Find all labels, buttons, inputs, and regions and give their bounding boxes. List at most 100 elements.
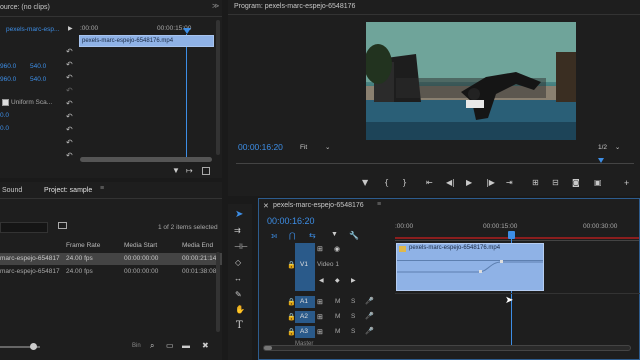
column-media-end[interactable]: Media End [182,242,213,249]
lift-icon[interactable]: ⊞ [532,178,539,187]
play-triangle-icon[interactable]: ▶ [68,25,73,32]
reset-icon[interactable]: ↶ [66,60,73,69]
timeline-clip[interactable]: pexels-marc-espejo-6548176.mp4 [396,243,544,291]
mark-out-icon[interactable]: } [402,178,407,187]
pen-icon[interactable]: ✎ [235,290,242,299]
camera-icon[interactable]: ◙ [572,178,580,187]
wrench-icon[interactable]: 🔧 [349,231,359,240]
mute-button[interactable]: M [335,328,340,335]
anchor-x-value[interactable]: 960.0 [0,76,16,83]
anchor-y-value[interactable]: 540.0 [30,76,46,83]
solo-button[interactable]: S [351,298,355,305]
timeline-playhead-icon[interactable] [508,231,515,239]
slip-icon[interactable]: ↔ [234,274,242,283]
project-vscrollbar[interactable] [216,252,220,332]
step-back-icon[interactable]: ◀| [446,178,455,187]
track-target-v1[interactable]: V1 [295,243,315,291]
track-target-a2[interactable]: A2 [295,311,315,323]
source-clip-label[interactable]: pexels-marc-esp... [6,26,59,33]
source-scrollbar[interactable] [80,157,212,162]
source-playhead-icon[interactable] [183,28,191,34]
resolution-dropdown[interactable]: 1/2 ⌄ [598,143,620,151]
sync-lock-icon[interactable]: ⊞ [317,313,323,321]
program-title[interactable]: Program: pexels-marc-espejo-6548176 [234,3,355,10]
reset-icon[interactable]: ↶ [66,99,73,108]
sync-lock-icon[interactable]: ⊞ [317,328,323,336]
track-target-a3[interactable]: A3 [295,326,315,338]
mute-button[interactable]: M [335,298,340,305]
reset-icon[interactable]: ↶ [66,112,73,121]
add-marker-icon[interactable]: ▼ [331,231,338,238]
type-tool-icon[interactable]: T [236,320,243,331]
tab-project[interactable]: Project: sample [44,187,92,194]
reset-icon[interactable]: ↶ [66,125,73,134]
keyframe-add-icon[interactable]: ◆ [335,277,340,284]
source-clip-bar[interactable]: pexels-marc-espejo-6548176.mp4 [79,35,214,47]
column-frame-rate[interactable]: Frame Rate [66,242,100,249]
solo-button[interactable]: S [351,313,355,320]
uniform-scale-checkbox[interactable] [2,99,9,106]
panel-menu-icon[interactable]: ≡ [377,201,381,208]
sync-lock-icon[interactable]: ⊞ [317,245,323,253]
folder-icon[interactable]: ▬ [182,341,190,350]
program-timecode[interactable]: 00:00:16:20 [238,142,283,152]
new-bin-icon[interactable] [58,222,67,229]
export-icon[interactable]: ↦ [186,166,193,175]
timeline-timecode[interactable]: 00:00:16:20 [267,216,315,226]
add-button-icon[interactable]: + [624,178,629,188]
source-vscrollbar[interactable] [216,20,220,155]
settings-square-icon[interactable] [202,167,210,175]
reset-icon[interactable]: ↶ [66,151,73,160]
hand-icon[interactable]: ✋ [235,305,245,314]
timeline-hscrollbar[interactable] [263,345,631,351]
linked-selection-icon[interactable]: ⇆ [309,231,316,240]
trash-icon[interactable]: ✖ [202,341,209,350]
search-input[interactable] [0,222,48,233]
zoom-slider-handle[interactable] [30,343,37,350]
source-tab[interactable]: ource: (no clips) [0,4,50,11]
reset-icon[interactable]: ↶ [66,73,73,82]
keyframe-next-icon[interactable]: ▶ [351,277,356,284]
program-playhead-icon[interactable] [598,158,604,163]
program-scrubber[interactable] [236,158,634,164]
microphone-icon[interactable]: 🎤 [365,312,374,320]
close-icon[interactable]: ✕ [263,202,269,210]
panel-menu-icon[interactable]: ≫ [212,2,219,10]
button-editor-icon[interactable]: ▣ [594,178,602,187]
position-x-value[interactable]: 960.0 [0,63,16,70]
anchor-value[interactable]: 0.0 [0,125,9,132]
step-forward-icon[interactable]: |▶ [486,178,495,187]
time-ruler[interactable]: :00:00 00:00:15:00 00:00:30:00 [395,223,639,241]
track-select-icon[interactable]: ⇉ [234,226,241,235]
timeline-scroll-handle[interactable] [264,346,272,350]
fit-dropdown[interactable]: Fit ⌄ [300,143,331,151]
ripple-edit-icon[interactable]: ⊣⊢ [234,242,248,251]
position-y-value[interactable]: 540.0 [30,63,46,70]
keyframe-prev-icon[interactable]: ◀ [319,277,324,284]
selection-tool-icon[interactable]: ➤ [235,209,243,220]
play-icon[interactable]: ▶ [466,178,472,187]
filter-icon[interactable]: ▼ [172,166,180,175]
tab-sound[interactable]: Sound [2,187,22,194]
reset-icon[interactable]: ↶ [66,86,73,95]
microphone-icon[interactable]: 🎤 [365,327,374,335]
mark-in-icon[interactable]: { [384,178,389,187]
go-to-in-icon[interactable]: ⇤ [426,178,433,187]
reset-icon[interactable]: ↶ [66,138,73,147]
rotation-value[interactable]: 0.0 [0,112,9,119]
column-media-start[interactable]: Media Start [124,242,157,249]
mute-button[interactable]: M [335,313,340,320]
solo-button[interactable]: S [351,328,355,335]
table-row[interactable]: marc-espejo-654817 24.00 fps 00:00:00:00… [0,253,222,265]
snap-icon[interactable]: ⋂ [289,231,296,240]
eye-icon[interactable]: ◉ [334,245,340,253]
new-item-icon[interactable]: ▭ [166,341,174,350]
go-to-out-icon[interactable]: ⇥ [506,178,513,187]
sequence-tab[interactable]: pexels-marc-espejo-6548176 [273,202,364,209]
panel-menu-icon[interactable]: ≡ [100,185,104,192]
add-marker-icon[interactable]: ▼ [362,178,368,187]
razor-icon[interactable]: ◇ [235,258,241,267]
microphone-icon[interactable]: 🎤 [365,297,374,305]
extract-icon[interactable]: ⊟ [552,178,559,187]
reset-icon[interactable]: ↶ [66,47,73,56]
